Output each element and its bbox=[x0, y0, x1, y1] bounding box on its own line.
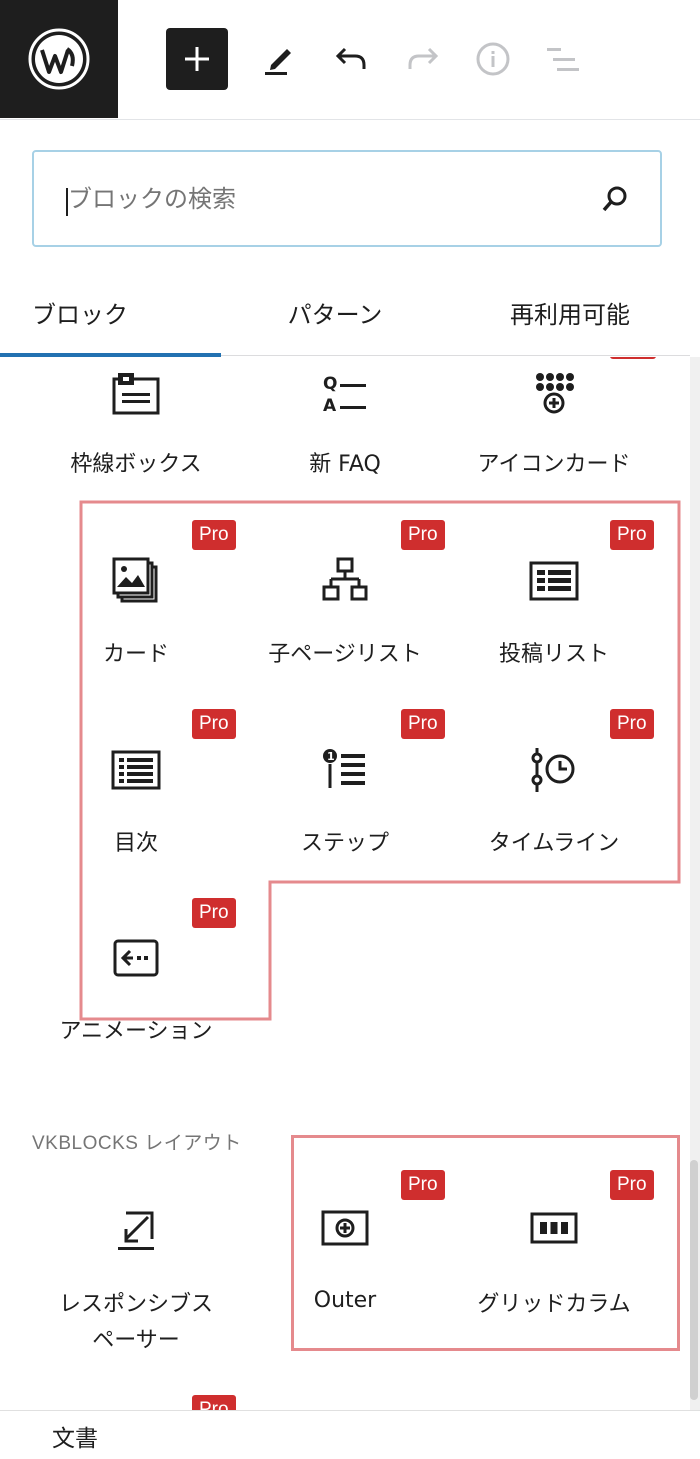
section-title: VKBLOCKS レイアウト bbox=[32, 1133, 242, 1154]
child-page-icon bbox=[241, 557, 449, 605]
info-icon bbox=[476, 42, 510, 76]
block-label: アニメーション bbox=[59, 1019, 213, 1044]
pro-badge: Pro bbox=[192, 1395, 236, 1410]
block-label-line2: ペーサー bbox=[92, 1328, 180, 1353]
grid-column-icon bbox=[450, 1207, 658, 1251]
toc-icon bbox=[32, 746, 240, 794]
step-icon: 1 bbox=[241, 746, 449, 794]
pro-badge: Pro bbox=[192, 898, 236, 928]
inserter-tabs: ブロック パターン 再利用可能 bbox=[0, 268, 690, 357]
timeline-icon bbox=[450, 746, 658, 794]
tab-patterns[interactable]: パターン bbox=[220, 268, 450, 356]
document-label: 文書 bbox=[52, 1426, 98, 1452]
editor-toolbar bbox=[0, 0, 700, 120]
tab-label: 再利用可能 bbox=[510, 300, 630, 329]
redo-button[interactable] bbox=[392, 28, 454, 90]
undo-icon bbox=[335, 47, 366, 69]
pro-badge: Pro bbox=[401, 709, 445, 739]
plus-icon bbox=[185, 47, 209, 71]
tab-label: ブロック bbox=[32, 300, 128, 329]
wordpress-logo-icon[interactable] bbox=[0, 0, 118, 118]
block-label: ステップ bbox=[300, 831, 389, 856]
document-bar[interactable]: 文書 bbox=[0, 1410, 700, 1459]
add-block-button[interactable] bbox=[166, 28, 228, 90]
block-label: 投稿リスト bbox=[498, 642, 609, 667]
pro-badge: Pro bbox=[192, 520, 236, 550]
search-icon bbox=[602, 186, 627, 212]
pro-badge: Pro bbox=[192, 709, 236, 739]
card-icon bbox=[32, 557, 240, 605]
scrollbar-thumb[interactable] bbox=[690, 1160, 698, 1400]
tab-blocks[interactable]: ブロック bbox=[0, 268, 220, 356]
block-list: 枠線ボックス Q A 新 FAQ アイコンカード Pro カード Pro 子ペー… bbox=[0, 357, 690, 1410]
block-label: 子ページリスト bbox=[268, 642, 422, 667]
search-input[interactable] bbox=[68, 152, 608, 245]
block-label: Outer bbox=[313, 1288, 377, 1313]
tab-reusable[interactable]: 再利用可能 bbox=[450, 268, 690, 356]
outer-icon bbox=[241, 1207, 449, 1251]
redo-icon bbox=[408, 47, 439, 69]
undo-button[interactable] bbox=[320, 28, 382, 90]
edit-tool-button[interactable] bbox=[248, 28, 310, 90]
block-label: 目次 bbox=[113, 831, 158, 856]
pro-badge: Pro bbox=[610, 520, 654, 550]
spacer-icon bbox=[32, 1205, 240, 1253]
pencil-icon bbox=[265, 49, 291, 75]
list-view-icon bbox=[547, 48, 579, 71]
block-label: カード bbox=[102, 642, 169, 667]
block-label: レスポンシブス bbox=[58, 1292, 213, 1317]
pro-badge: Pro bbox=[401, 1170, 445, 1200]
svg-text:1: 1 bbox=[327, 750, 335, 763]
tab-label: パターン bbox=[287, 300, 383, 329]
animation-icon bbox=[32, 937, 240, 981]
pro-badge: Pro bbox=[610, 709, 654, 739]
block-search[interactable] bbox=[32, 150, 662, 247]
post-list-icon bbox=[450, 557, 658, 605]
list-view-button[interactable] bbox=[532, 28, 594, 90]
block-label: タイムライン bbox=[488, 831, 620, 856]
pro-badge: Pro bbox=[610, 1170, 654, 1200]
details-button[interactable] bbox=[462, 28, 524, 90]
block-label: グリッドカラム bbox=[477, 1292, 631, 1317]
pro-badge: Pro bbox=[401, 520, 445, 550]
